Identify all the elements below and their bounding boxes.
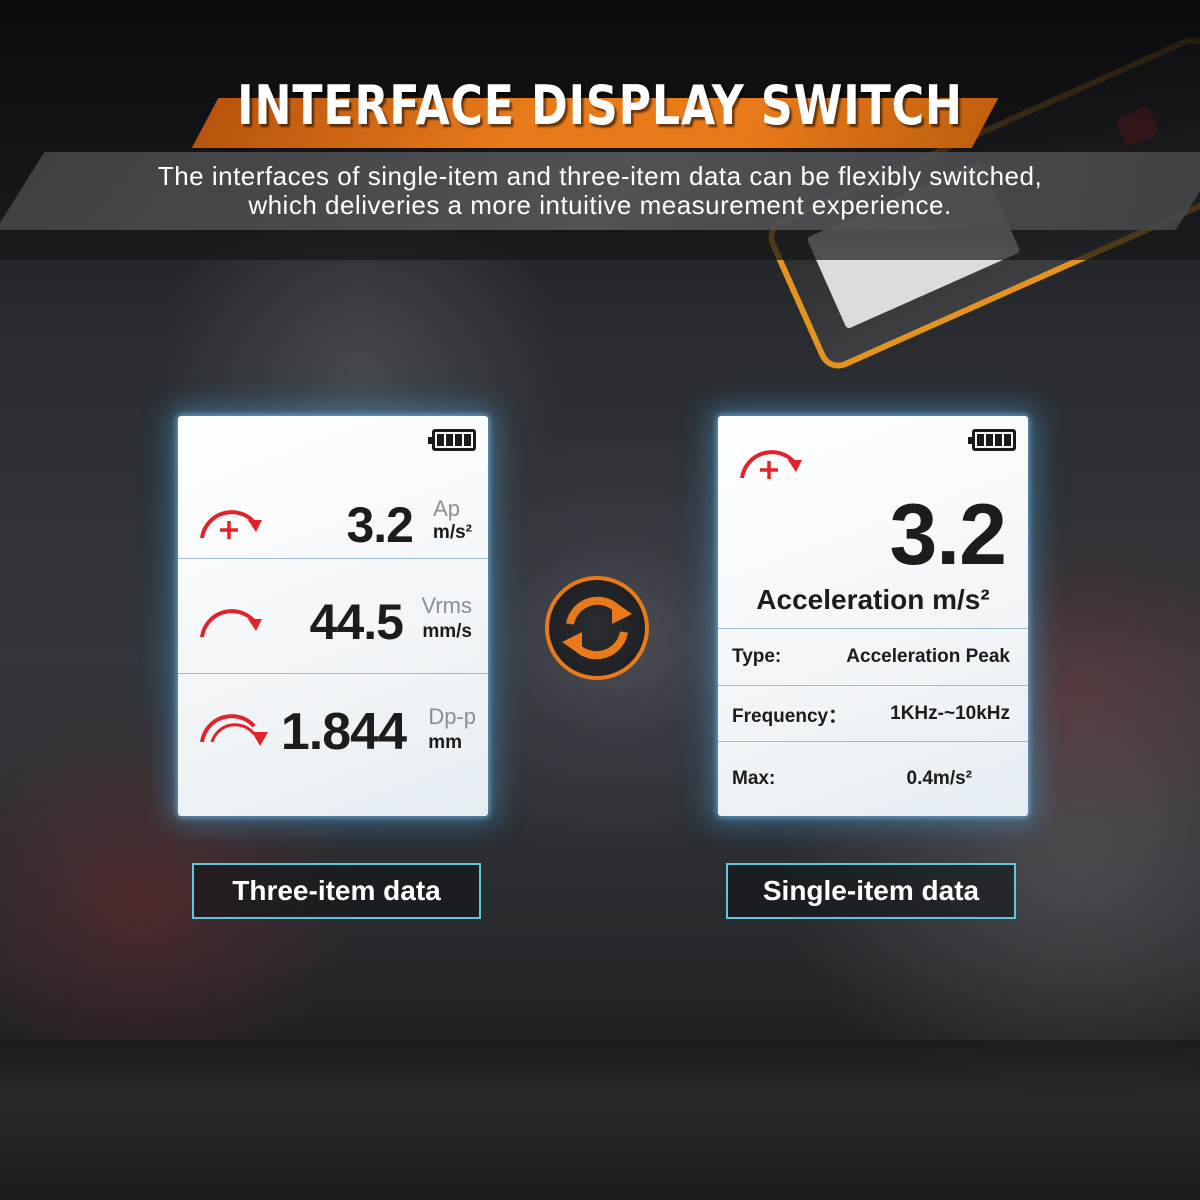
velocity-arc-icon [200,609,262,638]
acceleration-unit-type: Ap [433,496,460,521]
detail-value: 1KHz-~10kHz [890,703,1010,724]
velocity-unit-type: Vrms [421,593,472,618]
three-item-row-velocity: 44.5 Vrms mm/s [178,559,488,674]
subtitle-line-1: The interfaces of single-item and three-… [157,161,1043,191]
displacement-value: 1.844 [280,703,407,761]
background-bottom-band [0,1040,1200,1200]
single-main-value: 3.2 [889,487,1007,583]
displacement-unit: mm [428,732,462,753]
detail-label: Max: [732,768,776,789]
acceleration-unit: m/s² [432,522,472,543]
battery-icon [968,429,1016,451]
velocity-value: 44.5 [309,594,404,650]
acceleration-arc-icon [740,450,802,479]
detail-value: 0.4m/s² [906,768,972,789]
single-item-data-button[interactable]: Single-item data [726,863,1016,919]
subtitle-line-2: which deliveries a more intuitive measur… [248,190,952,220]
three-item-row-displacement: 1.844 Dp-p mm [178,674,488,816]
detail-value: Acceleration Peak [846,646,1010,667]
three-item-row-acceleration: 3.2 Ap m/s² [178,476,488,559]
switch-arrows-icon[interactable] [540,574,654,682]
detail-label: Frequency： [732,706,848,727]
detail-row-max: Max: 0.4m/s² [718,742,1028,816]
battery-icon [428,429,476,451]
detail-row-frequency: Frequency： 1KHz-~10kHz [718,685,1028,742]
detail-label: Type: [732,646,782,667]
single-quantity-label: Acceleration m/s² [756,584,990,615]
acceleration-arc-icon [200,510,262,539]
three-item-display: 3.2 Ap m/s² 44.5 Vrms mm/s 1.844 Dp-p mm [178,416,488,816]
page-title: INTERFACE DISPLAY SWITCH [237,74,963,137]
page-subtitle: The interfaces of single-item and three-… [0,162,1200,220]
displacement-double-arc-icon [200,714,268,746]
three-item-data-button[interactable]: Three-item data [192,863,481,919]
single-item-display: 3.2 Acceleration m/s² Type: Acceleration… [718,416,1028,816]
detail-row-type: Type: Acceleration Peak [718,628,1028,686]
velocity-unit: mm/s [422,621,472,642]
acceleration-value: 3.2 [346,497,414,553]
displacement-unit-type: Dp-p [428,704,476,729]
